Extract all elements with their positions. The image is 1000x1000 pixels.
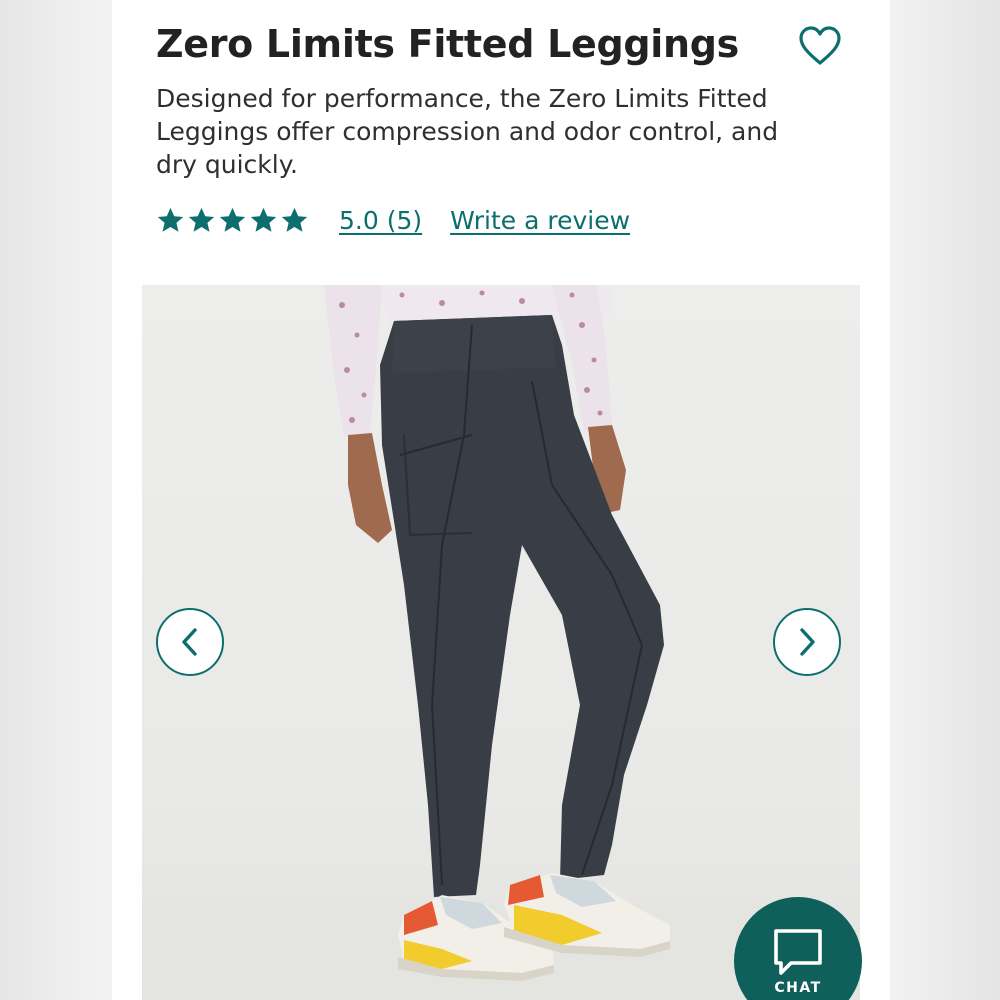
write-review-link[interactable]: Write a review [450, 206, 630, 235]
page-margin-left [0, 0, 112, 1000]
star-icon [157, 207, 184, 232]
chat-label: CHAT [774, 980, 822, 996]
star-icon [188, 207, 215, 232]
product-card: Zero Limits Fitted Leggings Designed for… [112, 0, 890, 1000]
previous-image-button[interactable] [156, 608, 224, 676]
star-icon [250, 207, 277, 232]
chat-bubble-icon [774, 929, 822, 975]
next-image-button[interactable] [773, 608, 841, 676]
star-icon [219, 207, 246, 232]
product-description: Designed for performance, the Zero Limit… [156, 84, 779, 179]
rating-summary-link[interactable]: 5.0 (5) [339, 206, 422, 235]
rating-row: 5.0 (5) Write a review [156, 200, 630, 240]
page-margin-right [890, 0, 1000, 1000]
product-image [142, 285, 860, 1000]
leggings-photo-illustration [142, 285, 860, 1000]
chevron-left-icon [182, 628, 197, 656]
star-icon [281, 207, 308, 232]
favorite-button[interactable] [798, 26, 842, 66]
chevron-right-icon [800, 628, 815, 656]
product-title: Zero Limits Fitted Leggings [156, 22, 739, 66]
heart-outline-icon [799, 26, 841, 65]
star-rating [156, 206, 309, 235]
